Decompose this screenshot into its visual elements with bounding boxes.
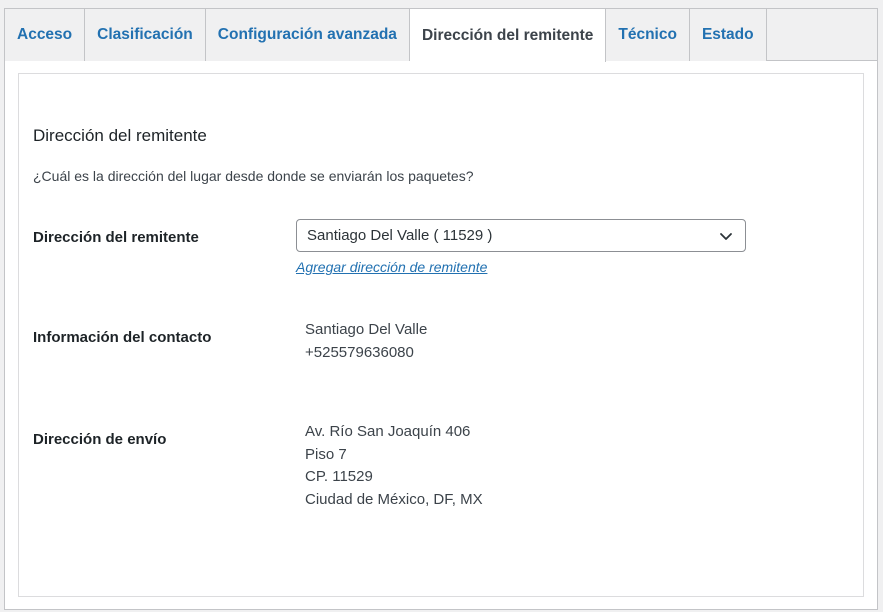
add-sender-address-link[interactable]: Agregar dirección de remitente <box>296 259 487 275</box>
shipping-address-label: Dirección de envío <box>33 431 167 448</box>
sender-address-select[interactable]: Santiago Del Valle ( 11529 ) <box>296 219 746 252</box>
section-description: ¿Cuál es la dirección del lugar desde do… <box>33 168 474 184</box>
sender-address-selected-value: Santiago Del Valle ( 11529 ) <box>307 227 493 244</box>
contact-phone: +525579636080 <box>305 343 414 361</box>
contact-name: Santiago Del Valle <box>305 321 428 338</box>
chevron-down-icon <box>720 233 732 240</box>
tab-estado[interactable]: Estado <box>689 9 767 61</box>
section-title: Dirección del remitente <box>33 126 207 145</box>
tab-acceso[interactable]: Acceso <box>5 9 86 61</box>
tab-clasificacion[interactable]: Clasificación <box>85 9 206 61</box>
shipping-address-line: Ciudad de México, DF, MX <box>305 490 483 508</box>
shipping-address-line: Piso 7 <box>305 445 347 463</box>
shipping-address-line: Av. Río San Joaquín 406 <box>305 423 471 440</box>
contact-info-label: Información del contacto <box>33 329 212 346</box>
tab-tecnico[interactable]: Técnico <box>606 9 690 61</box>
shipping-address-line: CP. 11529 <box>305 468 373 485</box>
settings-card: Dirección del remitente ¿Cuál es la dire… <box>18 73 864 597</box>
settings-panel: Acceso Clasificación Configuración avanz… <box>4 8 878 610</box>
tab-bar: Acceso Clasificación Configuración avanz… <box>5 9 877 62</box>
shipping-address-value: Av. Río San Joaquín 406 Piso 7 CP. 11529… <box>305 421 483 511</box>
tab-direccion-remitente[interactable]: Dirección del remitente <box>409 9 607 62</box>
contact-info-value: Santiago Del Valle +525579636080 <box>305 319 427 364</box>
sender-address-label: Dirección del remitente <box>33 229 199 246</box>
tab-configuracion-avanzada[interactable]: Configuración avanzada <box>205 9 410 61</box>
